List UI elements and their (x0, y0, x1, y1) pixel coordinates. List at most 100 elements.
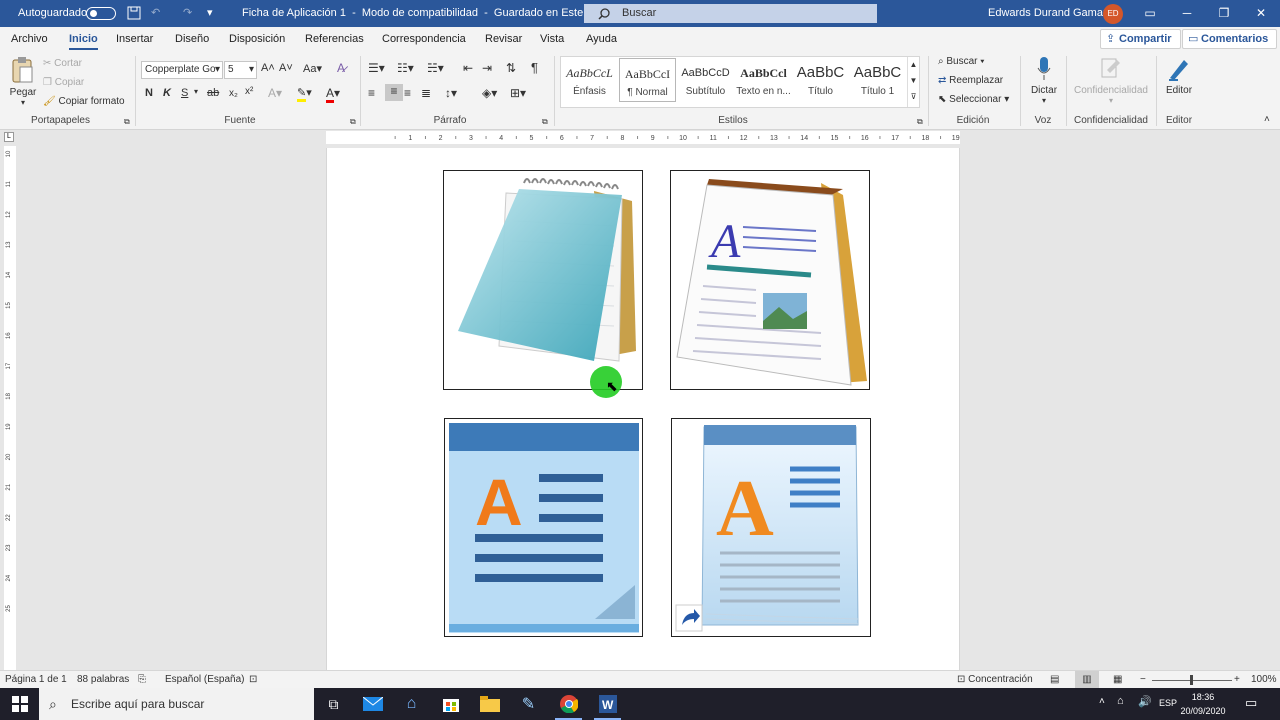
numbering-icon[interactable]: ☷▾ (397, 61, 414, 75)
find-button[interactable]: ⌕ Buscar ▾ (938, 56, 985, 67)
zoom-level[interactable]: 100% (1251, 671, 1277, 689)
collapse-ribbon-icon[interactable]: ˄ (1264, 114, 1270, 125)
increase-indent-icon[interactable]: ⇥ (482, 61, 492, 75)
tab-insertar[interactable]: Insertar (116, 27, 153, 52)
editor-button[interactable]: Editor (1162, 56, 1196, 96)
styles-launcher-icon[interactable]: ⧉ (917, 117, 923, 127)
shading-icon[interactable]: ◈▾ (482, 86, 497, 100)
style-heading1[interactable]: AaBbC Título 1 (849, 58, 906, 102)
tab-ayuda[interactable]: Ayuda (586, 27, 617, 52)
task-view-icon[interactable]: ⧉ (314, 688, 353, 720)
shrink-font-button[interactable]: A˅ (279, 62, 293, 74)
horizontal-ruler[interactable]: 1 2 3 4 5 6 7 8 9 10 11 12 13 14 15 16 17 18 19 (326, 131, 960, 144)
style-normal[interactable]: AaBbCcI ¶ Normal (619, 58, 676, 102)
network-app-icon[interactable]: ⌂ (392, 688, 431, 720)
strikethrough-button[interactable]: ab (207, 87, 219, 99)
file-explorer-icon[interactable] (470, 688, 509, 720)
paragraph-launcher-icon[interactable]: ⧉ (542, 117, 548, 127)
sensitivity-button[interactable]: Confidencialidad ▾ (1072, 56, 1150, 105)
document-page[interactable]: A A A (326, 148, 960, 672)
document-title[interactable]: Ficha de Aplicación 1 - Modo de compatib… (242, 0, 610, 27)
font-color-icon[interactable]: A▾ (326, 86, 340, 103)
tab-referencias[interactable]: Referencias (305, 27, 364, 52)
windows-start-icon[interactable] (0, 688, 39, 720)
replace-button[interactable]: ⇄ Reemplazar (938, 75, 1003, 86)
mail-icon[interactable] (353, 688, 392, 720)
tab-revisar[interactable]: Revisar (485, 27, 522, 52)
notifications-icon[interactable]: ▭ (1245, 695, 1257, 711)
format-painter-button[interactable]: 🖌 Copiar formato (43, 96, 125, 107)
accessibility-icon[interactable]: ⊡ (249, 671, 257, 689)
share-button[interactable]: ⇪ Compartir (1100, 29, 1181, 49)
paint-icon[interactable]: ✎ (509, 688, 548, 720)
minimize-icon[interactable]: ─ (1170, 0, 1204, 27)
read-mode-icon[interactable]: ▤ (1050, 671, 1059, 689)
user-name[interactable]: Edwards Durand Gamarra (988, 0, 1116, 27)
zoom-in-icon[interactable]: + (1234, 671, 1240, 689)
word-count[interactable]: 88 palabras (77, 671, 129, 689)
show-marks-icon[interactable]: ¶ (531, 60, 538, 75)
style-title[interactable]: AaBbC Título (792, 58, 849, 102)
font-size-combo[interactable]: 5 ▾ (224, 61, 257, 79)
tab-correspondencia[interactable]: Correspondencia (382, 27, 466, 52)
show-hidden-icon[interactable]: ˄ (1099, 696, 1105, 707)
decrease-indent-icon[interactable]: ⇤ (463, 61, 473, 75)
subscript-button[interactable]: x₂ (229, 88, 238, 99)
highlight-icon[interactable]: ✎▾ (297, 86, 312, 102)
font-launcher-icon[interactable]: ⧉ (350, 117, 356, 127)
vertical-ruler[interactable]: 10 11 12 13 14 15 16 17 18 19 20 21 22 23 24 25 (4, 146, 16, 671)
wordpad-shortcut-image[interactable]: A (671, 418, 871, 637)
superscript-button[interactable]: x² (245, 86, 253, 97)
customize-qat-icon[interactable]: ▾ (207, 0, 213, 27)
page-count[interactable]: Página 1 de 1 (5, 671, 67, 689)
grow-font-button[interactable]: A˄ (261, 62, 275, 74)
tab-diseno[interactable]: Diseño (175, 27, 209, 52)
zoom-out-icon[interactable]: − (1140, 671, 1146, 689)
style-strong[interactable]: AaBbCcl Texto en n... (735, 58, 792, 102)
avatar[interactable]: ED (1103, 4, 1123, 24)
focus-mode[interactable]: ⊡ Concentración (957, 671, 1033, 689)
tab-vista[interactable]: Vista (540, 27, 564, 52)
bold-button[interactable]: N (145, 87, 153, 99)
sort-icon[interactable]: ⇅ (506, 61, 516, 75)
web-layout-icon[interactable]: ▦ (1113, 671, 1122, 689)
borders-icon[interactable]: ⊞▾ (510, 86, 526, 100)
align-right-icon[interactable]: ≡ (404, 86, 411, 100)
volume-icon[interactable]: 🔊 (1138, 695, 1152, 708)
search-box[interactable]: Buscar (584, 4, 877, 23)
dictate-button[interactable]: Dictar ▾ (1028, 56, 1060, 105)
tab-disposicion[interactable]: Disposición (229, 27, 285, 52)
style-emphasis[interactable]: AaBbCcL Énfasis (561, 58, 618, 102)
store-icon[interactable] (431, 688, 470, 720)
clear-format-icon[interactable]: A̷ (337, 61, 345, 75)
multilevel-list-icon[interactable]: ☵▾ (427, 61, 444, 75)
clock[interactable]: 18:36 20/09/2020 (1180, 690, 1226, 718)
chrome-icon[interactable] (549, 688, 588, 720)
tab-selector-icon[interactable]: L (4, 132, 14, 142)
font-name-combo[interactable]: Copperplate Go ▾ (141, 61, 223, 79)
line-spacing-icon[interactable]: ↕▾ (445, 86, 457, 100)
zoom-slider-thumb[interactable] (1190, 675, 1193, 685)
style-subtitle[interactable]: AaBbCcD Subtítulo (677, 58, 734, 102)
cut-button[interactable]: ✂ Cortar (43, 58, 82, 69)
justify-icon[interactable]: ≣ (421, 86, 431, 100)
autosave-toggle[interactable] (86, 7, 116, 20)
underline-dropdown-icon[interactable]: ▾ (194, 87, 198, 96)
bullets-icon[interactable]: ☰▾ (368, 61, 385, 75)
change-case-button[interactable]: Aa▾ (303, 62, 322, 75)
tab-inicio[interactable]: Inicio (69, 27, 98, 52)
align-left-icon[interactable]: ≡ (368, 86, 375, 100)
notepad-image[interactable] (443, 170, 643, 390)
styles-scroll[interactable]: ▲ ▼ ⊽ (907, 57, 919, 107)
select-button[interactable]: ⬉ Seleccionar ▾ (938, 94, 1009, 105)
clipboard-launcher-icon[interactable]: ⧉ (124, 117, 130, 127)
save-icon[interactable] (127, 0, 141, 27)
input-language[interactable]: ESP (1159, 698, 1177, 708)
paste-button[interactable]: Pegar ▾ (9, 56, 37, 107)
word-icon[interactable]: W (588, 688, 627, 720)
network-icon[interactable]: ⌂ (1117, 695, 1124, 707)
redo-icon[interactable]: ↷ (183, 0, 192, 27)
taskbar-search[interactable]: ⌕ Escribe aquí para buscar (39, 688, 314, 720)
tab-archivo[interactable]: Archivo (11, 27, 48, 52)
close-icon[interactable]: ✕ (1244, 0, 1278, 27)
